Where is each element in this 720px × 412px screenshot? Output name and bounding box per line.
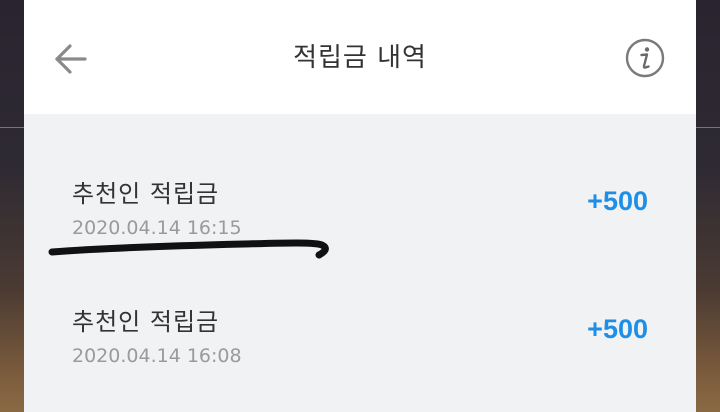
item-amount: +500 (587, 186, 648, 216)
page-title: 적립금 내역 (293, 43, 427, 73)
item-date: 2020.04.14 16:08 (72, 345, 242, 367)
item-title: 추천인 적립금 (72, 180, 220, 208)
item-amount: +500 (587, 314, 648, 344)
redaction-scribble (48, 239, 329, 259)
app-header: 적립금 내역 (24, 0, 696, 114)
item-title: 추천인 적립금 (72, 308, 220, 336)
points-history-panel: 적립금 내역 추천인 적립금 2020.04.14 16:15 +500 추천인… (24, 0, 696, 412)
list-item[interactable]: 추천인 적립금 2020.04.14 16:08 +500 (24, 270, 696, 398)
info-button[interactable] (625, 38, 665, 78)
info-circle-icon (625, 38, 665, 78)
